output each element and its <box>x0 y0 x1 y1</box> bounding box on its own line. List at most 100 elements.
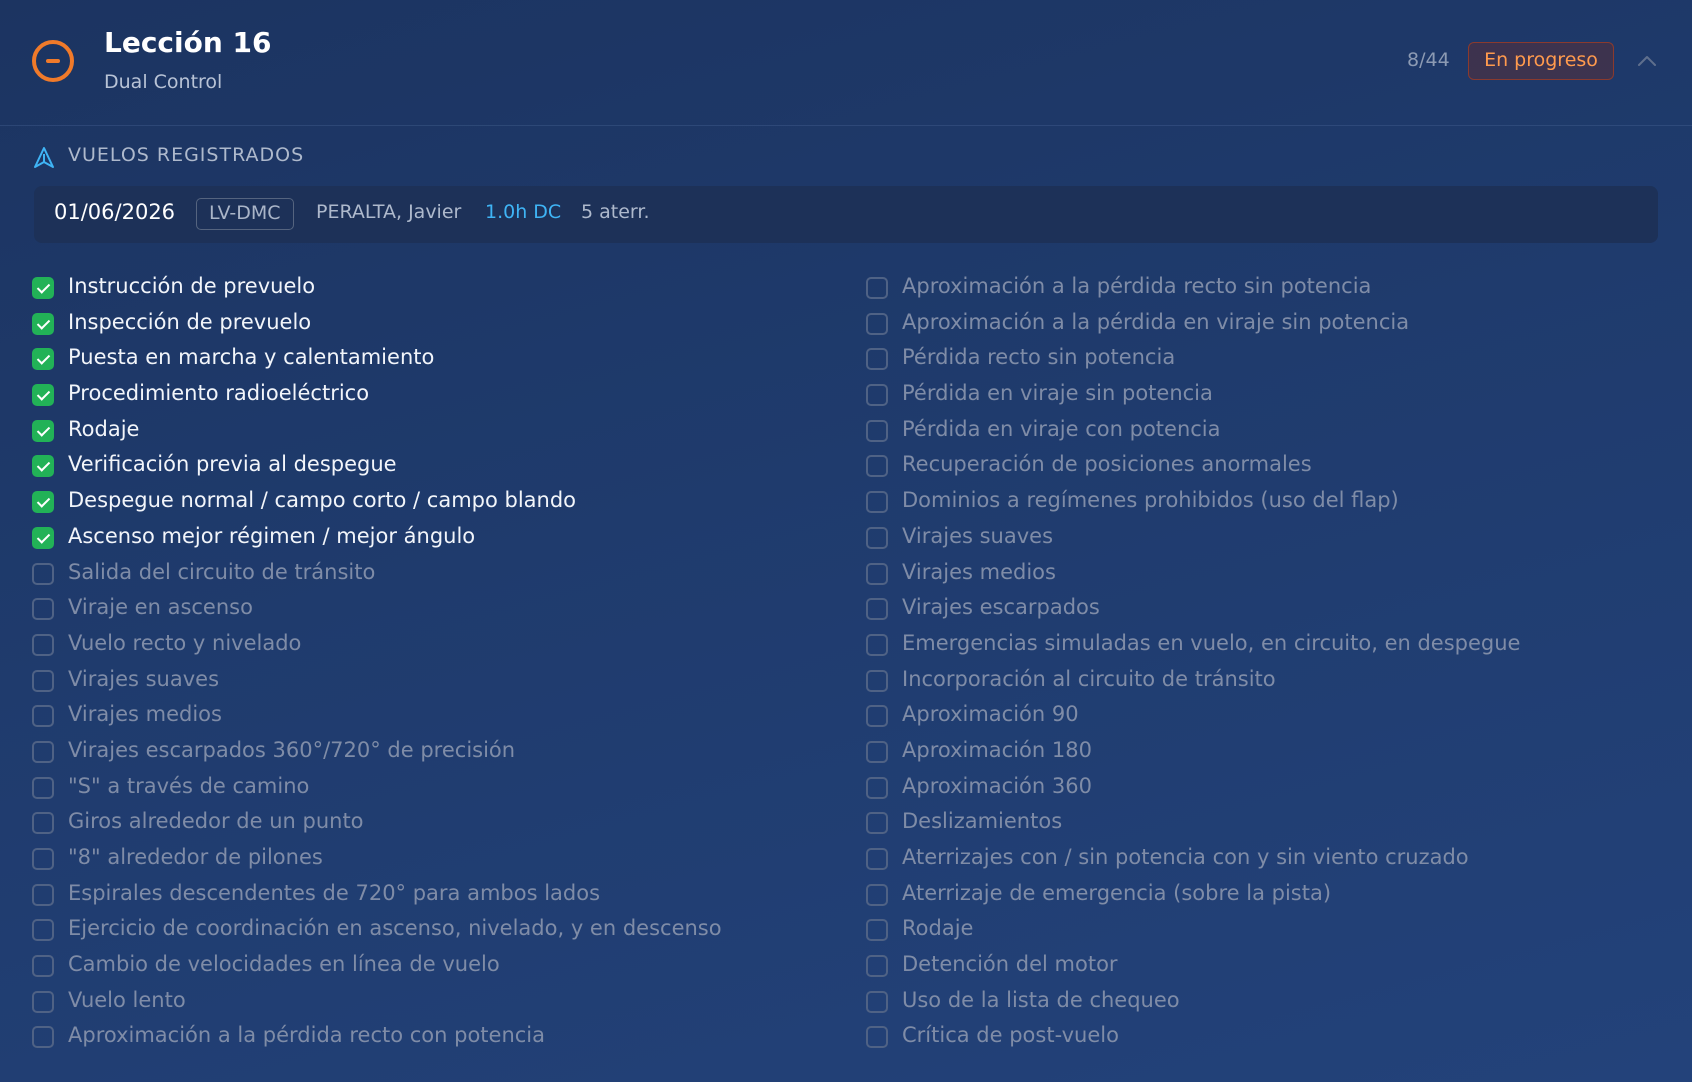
checklist-item-label: Vuelo recto y nivelado <box>68 630 302 655</box>
checkbox[interactable] <box>32 919 54 942</box>
aircraft-registration-badge: LV-DMC <box>196 198 294 230</box>
checkbox[interactable] <box>866 776 888 799</box>
checklist-item-label: Aproximación a la pérdida en viraje sin … <box>902 309 1410 334</box>
checkbox[interactable] <box>866 669 888 692</box>
checkbox[interactable] <box>866 883 888 906</box>
checklist-item-label: Giros alrededor de un punto <box>68 809 364 834</box>
checkbox[interactable] <box>32 562 54 585</box>
checkbox[interactable] <box>32 705 54 728</box>
checkbox-checked[interactable] <box>32 384 54 407</box>
checklist-item-label: Salida del circuito de tránsito <box>68 559 376 584</box>
checklist-item-label: Aproximación 90 <box>902 702 1079 727</box>
checklist-item-label: Ejercicio de coordinación en ascenso, ni… <box>68 916 722 941</box>
checkbox[interactable] <box>32 633 54 656</box>
chevron-up-icon[interactable] <box>1635 50 1659 74</box>
checkbox[interactable] <box>866 740 888 763</box>
checklist-item-label: Detención del motor <box>902 952 1118 977</box>
checkbox[interactable] <box>866 277 888 299</box>
checkbox[interactable] <box>866 526 888 549</box>
checkbox-checked[interactable] <box>32 526 54 549</box>
checklist-item-label: Uso de la lista de chequeo <box>902 987 1180 1012</box>
checklist-item-label: Dominios a regímenes prohibidos (uso del… <box>902 488 1399 513</box>
checkbox-checked[interactable] <box>32 312 54 335</box>
checklist-item-label: Virajes escarpados 360°/720° de precisió… <box>68 737 516 762</box>
checklist-item-label: Incorporación al circuito de tránsito <box>902 666 1276 691</box>
checkbox[interactable] <box>866 312 888 335</box>
flight-landings: 5 aterr. <box>581 201 650 223</box>
checklist-item-label: Instrucción de prevuelo <box>68 274 316 298</box>
checklist-item-label: Aproximación a la pérdida recto con pote… <box>68 1023 546 1048</box>
status-badge: En progreso <box>1468 42 1614 80</box>
checkbox[interactable] <box>866 491 888 514</box>
checklist-item-label: Recuperación de posiciones anormales <box>902 452 1312 477</box>
checkbox-checked[interactable] <box>32 348 54 371</box>
checklist-item-label: Inspección de prevuelo <box>68 309 312 334</box>
checklist-item-label: Virajes medios <box>902 559 1056 584</box>
checklist-item-label: Espirales descendentes de 720° para ambo… <box>68 880 601 905</box>
checkbox[interactable] <box>32 955 54 978</box>
checklist-item-label: Crítica de post-vuelo <box>902 1023 1119 1048</box>
checkbox-checked[interactable] <box>32 277 54 299</box>
checkbox[interactable] <box>32 990 54 1013</box>
flight-hours: 1.0h DC <box>485 201 562 223</box>
flight-date: 01/06/2026 <box>54 200 176 224</box>
section-title: VUELOS REGISTRADOS <box>68 144 305 166</box>
checkbox[interactable] <box>866 455 888 478</box>
checklist-item-label: Procedimiento radioeléctrico <box>68 381 370 406</box>
checkbox[interactable] <box>32 1026 54 1049</box>
checkbox[interactable] <box>866 919 888 942</box>
checkbox[interactable] <box>32 812 54 835</box>
checklist-item-label: Aterrizaje de emergencia (sobre la pista… <box>902 880 1332 905</box>
checklist-item-label: Emergencias simuladas en vuelo, en circu… <box>902 630 1521 655</box>
flight-entry[interactable]: 01/06/2026 LV-DMC PERALTA, Javier 1.0h D… <box>34 186 1658 243</box>
checkbox[interactable] <box>866 990 888 1013</box>
checkbox[interactable] <box>866 384 888 407</box>
checkbox[interactable] <box>866 598 888 621</box>
checkbox[interactable] <box>866 1026 888 1049</box>
minus-circle-icon <box>32 40 74 82</box>
checkbox[interactable] <box>32 883 54 906</box>
checklist-item-label: Ascenso mejor régimen / mejor ángulo <box>68 523 476 548</box>
checkbox[interactable] <box>32 776 54 799</box>
navigation-arrow-icon <box>34 147 54 168</box>
checklist-item-label: Aterrizajes con / sin potencia con y sin… <box>902 845 1469 869</box>
checklist-item-label: Virajes suaves <box>902 523 1054 548</box>
lesson-subtitle: Dual Control <box>104 71 223 93</box>
checklist-item-label: Virajes suaves <box>68 666 220 691</box>
progress-count: 8/44 <box>1407 49 1450 71</box>
lesson-title: Lección 16 <box>104 26 272 59</box>
checklist-item-label: Aproximación 180 <box>902 737 1092 762</box>
checkbox[interactable] <box>866 419 888 442</box>
checklist-item-label: Puesta en marcha y calentamiento <box>68 345 435 370</box>
checklist-item-label: Verificación previa al despegue <box>68 452 397 477</box>
checkbox[interactable] <box>866 633 888 656</box>
checklist-item-label: Rodaje <box>68 416 140 441</box>
checklist-item-label: Pérdida en viraje sin potencia <box>902 381 1213 406</box>
checkbox-checked[interactable] <box>32 455 54 478</box>
checkbox[interactable] <box>32 669 54 692</box>
checklist-item-label: Pérdida en viraje con potencia <box>902 416 1221 441</box>
checkbox[interactable] <box>866 812 888 835</box>
checklist-item-label: "8" alrededor de pilones <box>68 845 323 869</box>
checklist-item-label: Aproximación a la pérdida recto sin pote… <box>902 274 1372 298</box>
checkbox-checked[interactable] <box>32 419 54 442</box>
checklist-item-label: Viraje en ascenso <box>68 595 253 620</box>
checklist-item-label: Cambio de velocidades en línea de vuelo <box>68 952 500 977</box>
checkbox[interactable] <box>866 562 888 585</box>
checklist-item-label: Deslizamientos <box>902 809 1063 834</box>
checkbox[interactable] <box>32 740 54 763</box>
checkbox[interactable] <box>32 598 54 621</box>
checkbox[interactable] <box>866 848 888 870</box>
checkbox[interactable] <box>866 348 888 371</box>
checklist-item-label: Virajes escarpados <box>902 595 1100 620</box>
checklist-item-label: Pérdida recto sin potencia <box>902 345 1176 370</box>
checkbox[interactable] <box>32 848 54 870</box>
lesson-header[interactable]: Lección 16 Dual Control 8/44 En progreso <box>0 0 1692 126</box>
checkbox[interactable] <box>866 955 888 978</box>
checklist-item-label: Despegue normal / campo corto / campo bl… <box>68 488 577 513</box>
checklist-item-label: Virajes medios <box>68 702 222 727</box>
checkbox-checked[interactable] <box>32 491 54 514</box>
checklist-item-label: Rodaje <box>902 916 974 941</box>
flight-instructor: PERALTA, Javier <box>316 201 462 223</box>
checkbox[interactable] <box>866 705 888 728</box>
